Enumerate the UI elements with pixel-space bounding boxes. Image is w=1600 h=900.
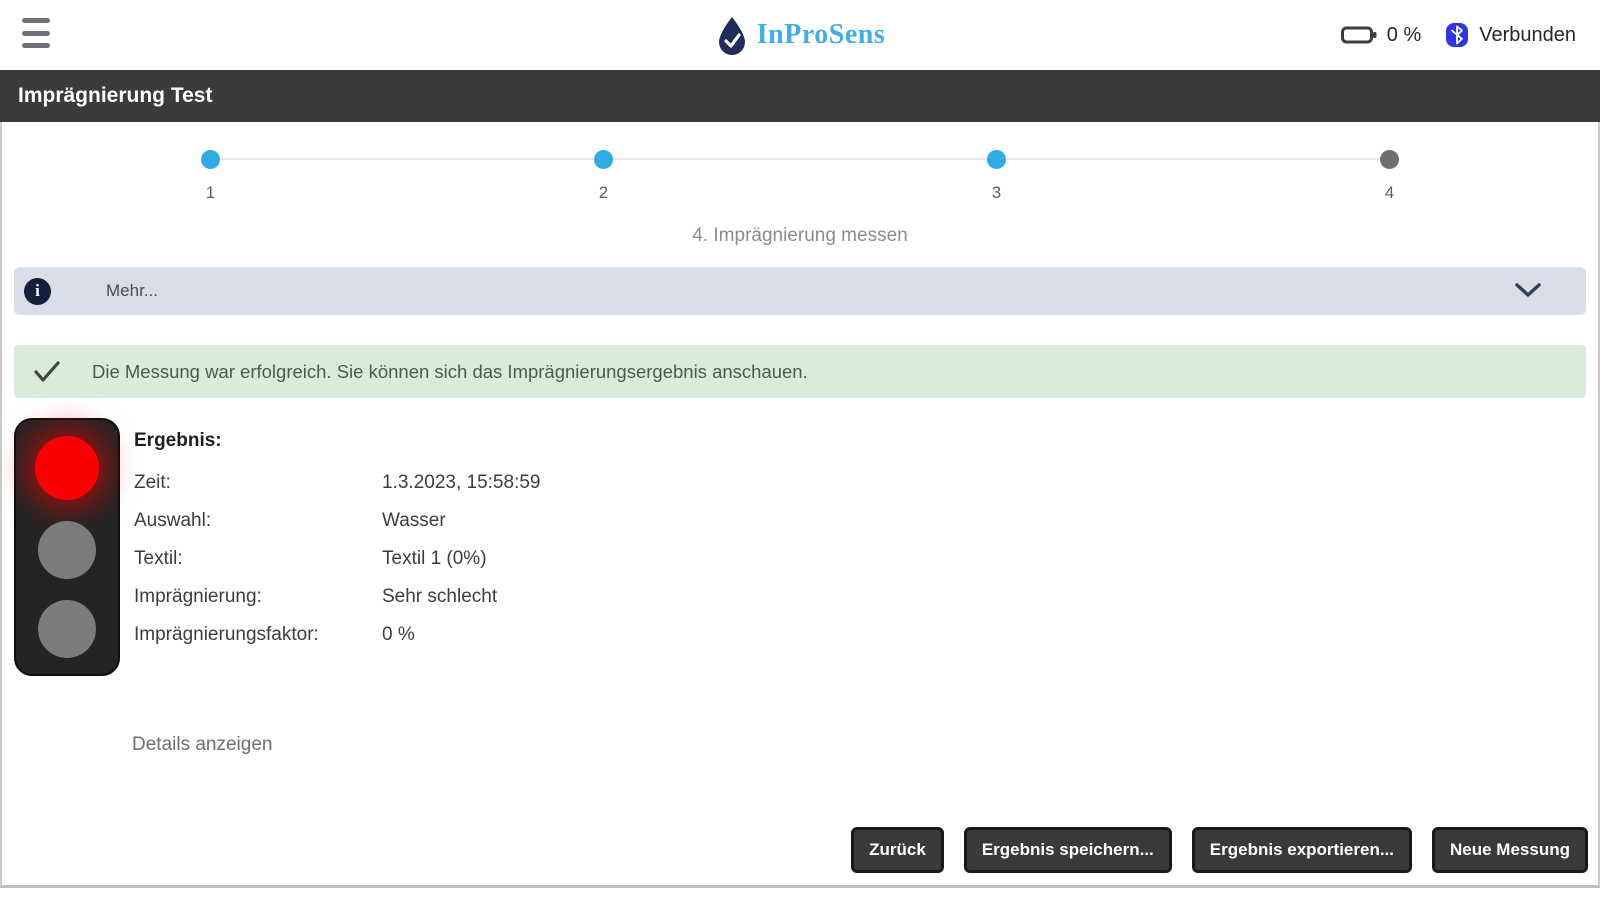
content-area: 1 2 3 4 4. Imprägnierung messen i Mehr..…	[0, 122, 1600, 888]
details-anzeigen-link[interactable]: Details anzeigen	[132, 734, 272, 756]
droplet-logo-icon	[715, 15, 749, 55]
step-dot-active	[987, 150, 1006, 169]
current-step-title: 4. Imprägnierung messen	[692, 225, 908, 246]
alert-message: Die Messung war erfolgreich. Sie können …	[92, 360, 808, 382]
step-number: 3	[991, 183, 1002, 202]
zurueck-button[interactable]: Zurück	[851, 827, 944, 873]
battery-percent: 0 %	[1386, 23, 1422, 46]
wizard-stepper: 1 2 3 4	[14, 150, 1586, 203]
page-title: Imprägnierung Test	[18, 84, 213, 107]
brand-logo: InProSens	[715, 15, 885, 55]
result-row-impraegnierung: Imprägnierung: Sehr schlecht	[134, 578, 540, 616]
result-value: 0 %	[382, 624, 415, 645]
traffic-light-green-off	[38, 600, 96, 658]
more-info-accordion[interactable]: i Mehr...	[14, 267, 1586, 315]
top-app-bar: InProSens 0 % Verbunden	[0, 0, 1600, 70]
step-number: 1	[205, 183, 216, 202]
footer-button-bar: Zurück Ergebnis speichern... Ergebnis ex…	[2, 827, 1598, 885]
step-dot-active	[201, 150, 220, 169]
result-label: Imprägnierungsfaktor:	[134, 624, 319, 645]
brand-name: InProSens	[756, 19, 886, 50]
hamburger-menu-icon[interactable]	[22, 18, 50, 48]
traffic-light-yellow-off	[38, 521, 96, 579]
stepper-step-3[interactable]: 3	[800, 150, 1193, 203]
step-dot-inactive	[1380, 150, 1399, 169]
result-row-faktor: Imprägnierungsfaktor: 0 %	[134, 616, 540, 654]
ergebnis-exportieren-button[interactable]: Ergebnis exportieren...	[1191, 827, 1413, 873]
step-dot-active	[594, 150, 613, 169]
check-icon	[34, 360, 60, 383]
result-row-zeit: Zeit: 1.3.2023, 15:58:59	[134, 464, 540, 502]
result-label: Auswahl:	[134, 510, 212, 531]
result-label: Zeit:	[134, 472, 171, 493]
accordion-label: Mehr...	[106, 281, 158, 300]
battery-icon	[1340, 25, 1377, 45]
info-icon: i	[24, 277, 51, 305]
result-value: 1.3.2023, 15:58:59	[382, 472, 541, 493]
neue-messung-button[interactable]: Neue Messung	[1432, 827, 1588, 873]
stepper-step-1[interactable]: 1	[14, 150, 407, 203]
stepper-step-4[interactable]: 4	[1193, 150, 1586, 203]
status-area: 0 % Verbunden	[1340, 0, 1576, 70]
result-heading: Ergebnis:	[134, 430, 222, 451]
traffic-light-red-on	[35, 436, 99, 500]
result-row-auswahl: Auswahl: Wasser	[134, 502, 540, 540]
bluetooth-status-label: Verbunden	[1479, 23, 1576, 46]
result-value: Sehr schlecht	[382, 586, 498, 607]
traffic-light-indicator	[14, 418, 120, 676]
page-title-bar: Imprägnierung Test	[0, 70, 1600, 122]
result-section: Ergebnis: Zeit: 1.3.2023, 15:58:59 Auswa…	[14, 418, 1598, 676]
success-alert: Die Messung war erfolgreich. Sie können …	[14, 345, 1586, 398]
result-details: Ergebnis: Zeit: 1.3.2023, 15:58:59 Auswa…	[134, 418, 540, 676]
result-value: Wasser	[382, 510, 446, 531]
stepper-step-2[interactable]: 2	[407, 150, 800, 203]
step-number: 4	[1384, 183, 1395, 202]
chevron-down-icon[interactable]	[1514, 281, 1542, 299]
result-label: Imprägnierung:	[134, 586, 262, 607]
bluetooth-icon	[1445, 22, 1469, 48]
result-value: Textil 1 (0%)	[382, 548, 487, 569]
step-number: 2	[598, 183, 609, 202]
ergebnis-speichern-button[interactable]: Ergebnis speichern...	[963, 827, 1172, 873]
result-label: Textil:	[134, 548, 183, 569]
result-row-textil: Textil: Textil 1 (0%)	[134, 540, 540, 578]
